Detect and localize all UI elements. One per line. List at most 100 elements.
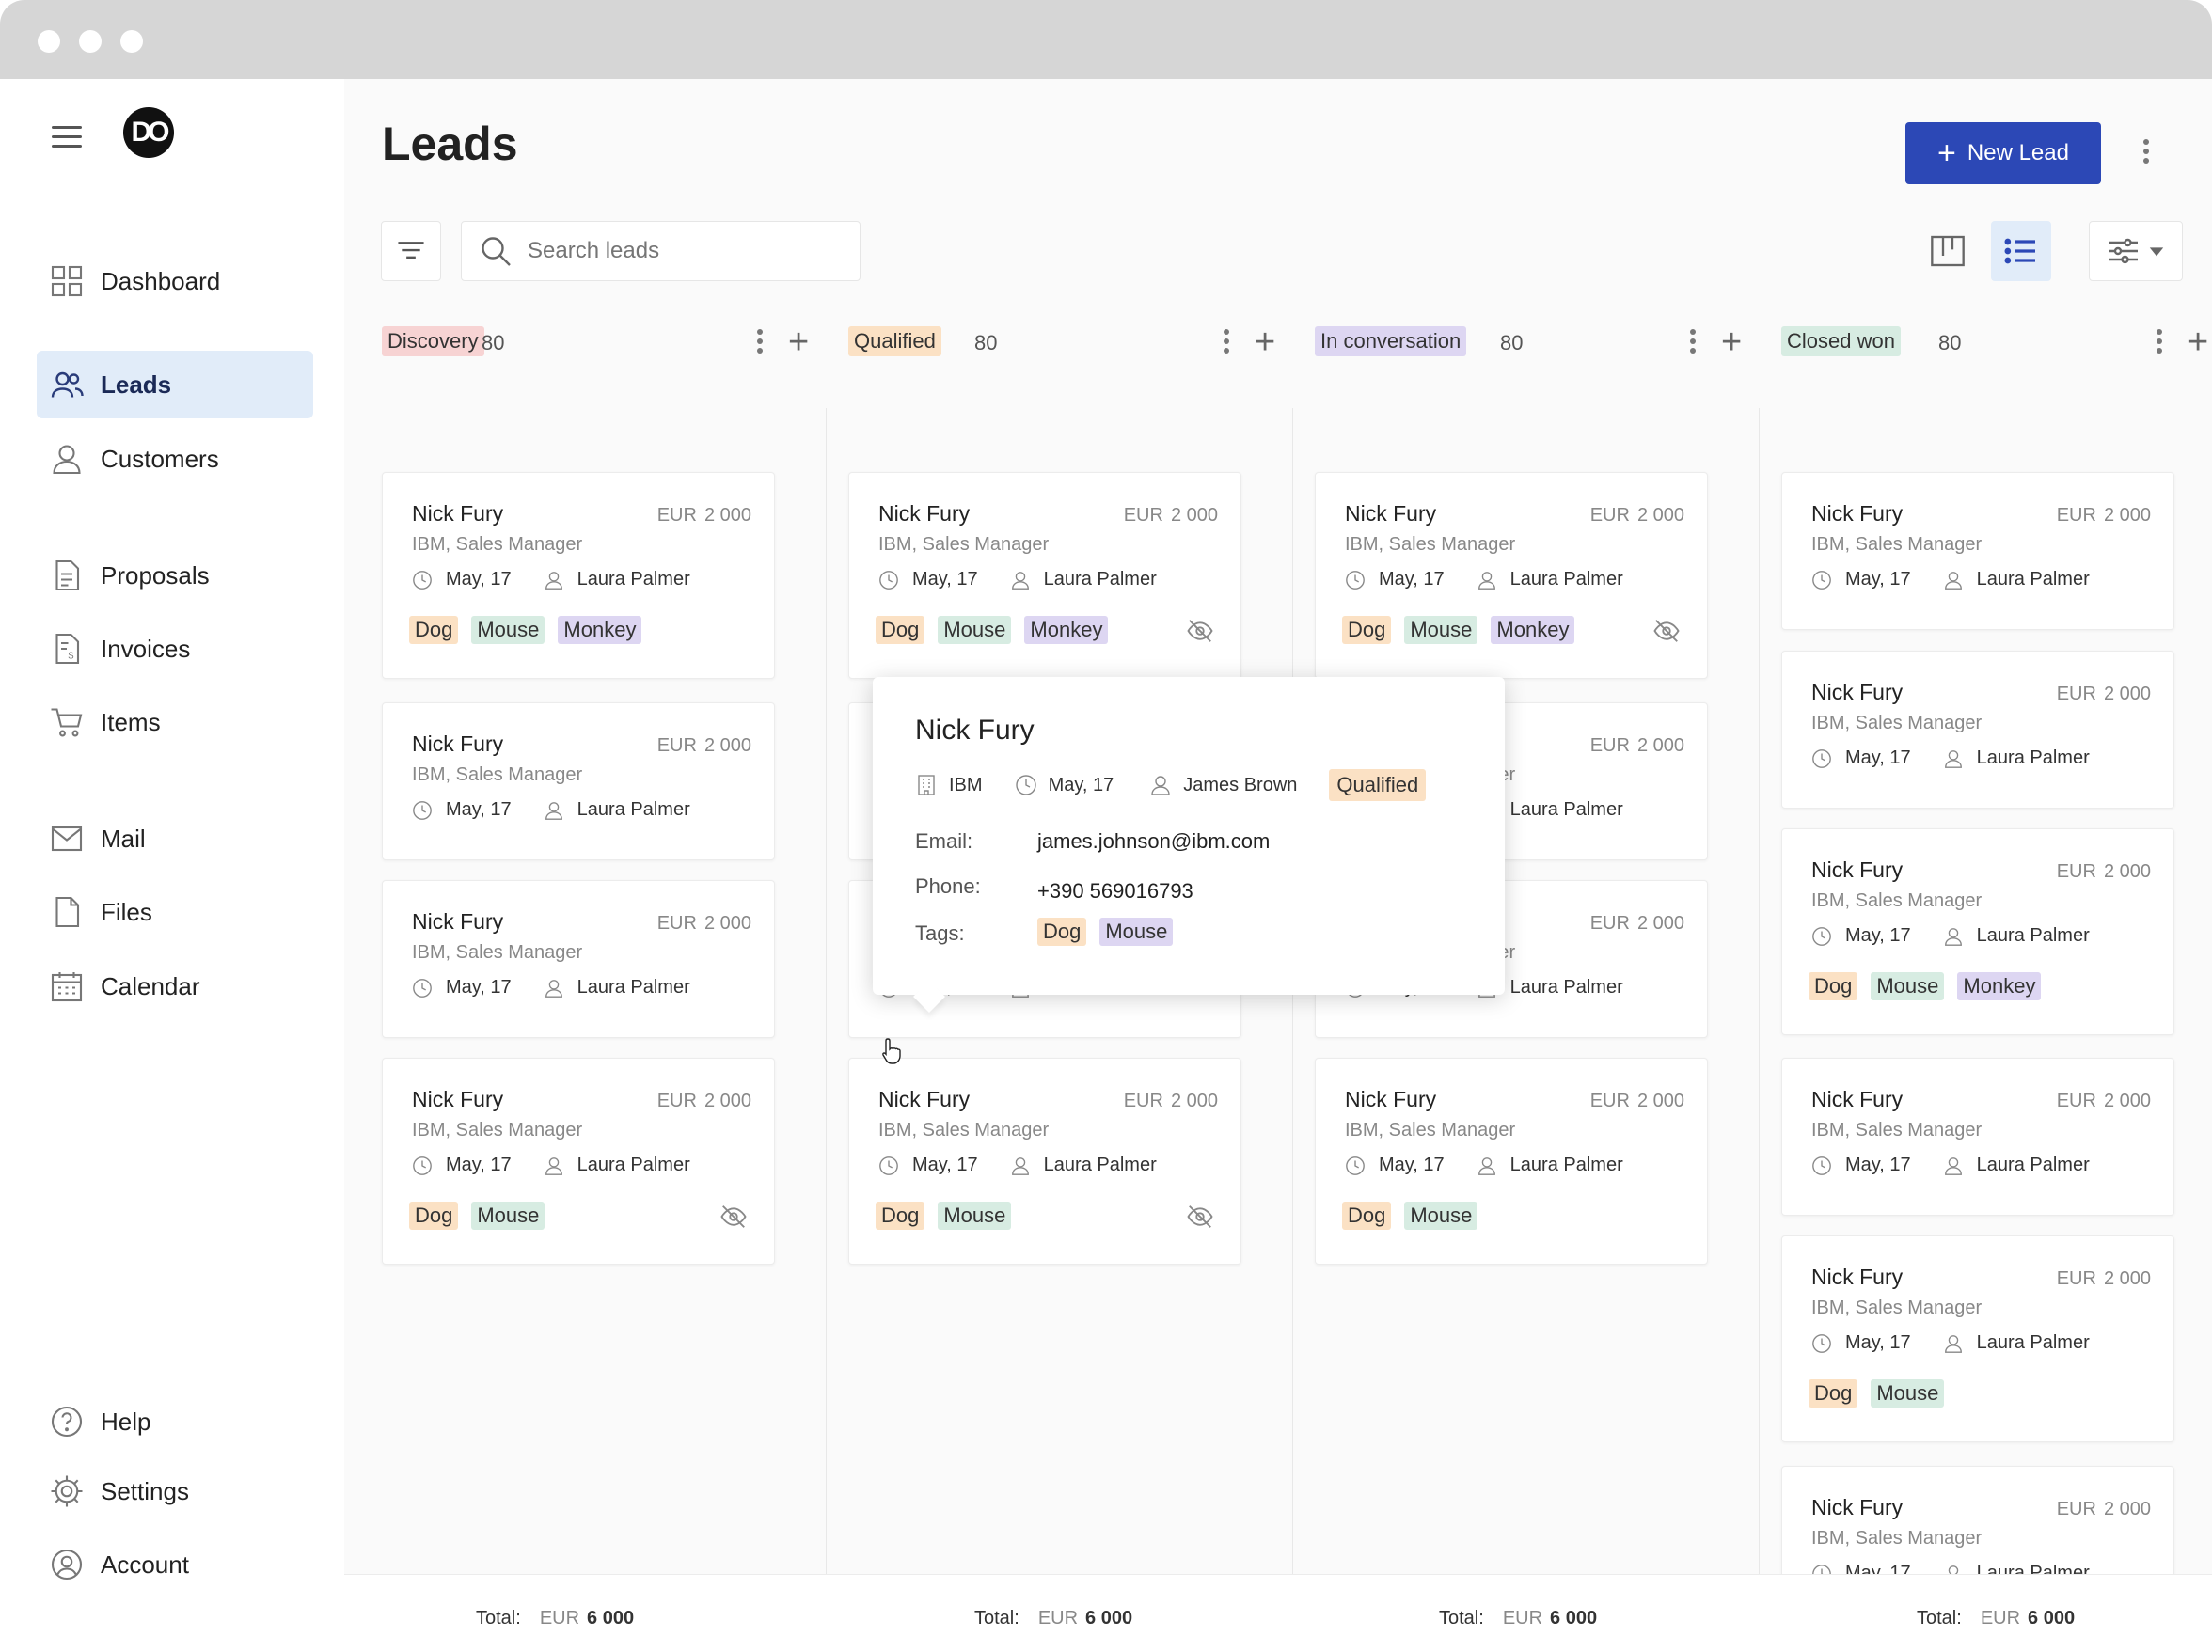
column-options-icon[interactable] <box>2150 325 2169 359</box>
lead-owner: Laura Palmer <box>1509 1155 1623 1175</box>
column-options-icon[interactable] <box>1683 325 1702 359</box>
lead-tags: Dog Mouse Monkey <box>876 616 1109 644</box>
lead-card[interactable]: Nick Fury EUR 2 000 IBM, Sales Manager May, … <box>382 702 775 860</box>
lead-card[interactable]: Nick Fury EUR 2 000 IBM, Sales Manager May, … <box>382 880 775 1038</box>
board-view-button[interactable] <box>1918 221 1978 281</box>
tag: Dog <box>1342 1202 1392 1230</box>
tag: Mouse <box>471 616 545 644</box>
lead-subtitle: IBM, Sales Manager <box>878 1120 1050 1141</box>
eye-off-icon[interactable] <box>1186 617 1214 645</box>
nav-item-calendar[interactable]: Calendar <box>37 952 313 1020</box>
nav-label: Settings <box>101 1476 189 1505</box>
add-card-icon[interactable]: + <box>2188 323 2208 361</box>
amount-value: 2 000 <box>703 505 751 526</box>
eye-off-icon[interactable] <box>1186 1203 1214 1231</box>
lead-date: May, 17 <box>1845 747 1911 768</box>
column-options-icon[interactable] <box>750 325 769 359</box>
nav-item-items[interactable]: Items <box>37 688 313 756</box>
tag: Mouse <box>938 1202 1012 1230</box>
nav-item-proposals[interactable]: Proposals <box>37 542 313 609</box>
add-card-icon[interactable]: + <box>788 323 809 361</box>
phone-value[interactable]: +390 569016793 <box>1037 879 1193 904</box>
lead-card[interactable]: Nick Fury EUR 2 000 IBM, Sales Manager May, … <box>1781 1058 2174 1216</box>
lead-meta: May, 17 Laura Palmer <box>878 1155 1157 1176</box>
file-icon <box>55 896 80 928</box>
amount-value: 2 000 <box>1636 1091 1684 1111</box>
nav-item-files[interactable]: Files <box>37 878 313 946</box>
building-icon <box>918 775 935 795</box>
nav-item-settings[interactable]: Settings <box>37 1457 313 1525</box>
eye-off-icon[interactable] <box>719 1203 748 1231</box>
lead-amount: EUR 2 000 <box>1590 1091 1684 1112</box>
list-view-button[interactable] <box>1991 221 2051 281</box>
lead-owner: Laura Palmer <box>1976 925 2090 946</box>
svg-text:$: $ <box>69 651 74 662</box>
lead-card[interactable]: Nick Fury EUR 2 000 IBM, Sales Manager May, … <box>382 1058 775 1265</box>
lead-owner: Laura Palmer <box>1509 799 1623 820</box>
more-options-icon[interactable] <box>2137 135 2156 173</box>
email-value[interactable]: james.johnson@ibm.com <box>1037 829 1270 854</box>
help-icon <box>51 1406 83 1438</box>
lead-amount: EUR 2 000 <box>2057 1268 2151 1290</box>
lead-name: Nick Fury <box>1811 680 1904 704</box>
add-card-icon[interactable]: + <box>1721 323 1742 361</box>
window-maximize-dot[interactable] <box>120 30 143 53</box>
lead-card[interactable]: Nick Fury EUR 2 000 IBM, Sales Manager May, … <box>848 472 1241 679</box>
lead-owner: Laura Palmer <box>1043 1155 1157 1175</box>
tag: Mouse <box>1099 918 1174 946</box>
lead-name: Nick Fury <box>412 501 504 526</box>
plus-icon: + <box>1937 135 1956 171</box>
user-icon <box>1011 1156 1029 1175</box>
settings-dropdown-button[interactable] <box>2089 221 2183 281</box>
nav-item-dashboard[interactable]: Dashboard <box>37 247 313 315</box>
search-input[interactable] <box>528 238 838 264</box>
nav-item-customers[interactable]: Customers <box>37 425 313 493</box>
column-options-icon[interactable] <box>1217 325 1236 359</box>
menu-icon[interactable] <box>52 126 82 149</box>
nav-label: Invoices <box>101 634 191 663</box>
lead-card[interactable]: Nick Fury EUR 2 000 IBM, Sales Manager May, … <box>1315 1058 1708 1265</box>
tag: Mouse <box>1404 616 1478 644</box>
lead-meta: May, 17 Laura Palmer <box>1345 569 1623 590</box>
filter-button[interactable] <box>381 221 441 281</box>
column-divider <box>1759 408 1760 1652</box>
lead-subtitle: IBM, Sales Manager <box>1811 1528 1983 1549</box>
nav-item-help[interactable]: Help <box>37 1388 313 1455</box>
user-icon <box>1151 776 1170 795</box>
column-header-0: Discovery 80 + <box>382 323 809 361</box>
lead-card[interactable]: Nick Fury EUR 2 000 IBM, Sales Manager May, … <box>1781 828 2174 1035</box>
lead-card[interactable]: Nick Fury EUR 2 000 IBM, Sales Manager May, … <box>848 1058 1241 1265</box>
lead-name: Nick Fury <box>878 1087 971 1111</box>
nav-label: Proposals <box>101 560 210 590</box>
amount-value: 2 000 <box>1636 913 1684 934</box>
lead-card[interactable]: Nick Fury EUR 2 000 IBM, Sales Manager May, … <box>1315 472 1708 679</box>
column-stage-label: Discovery <box>382 326 484 356</box>
lead-card[interactable]: Nick Fury EUR 2 000 IBM, Sales Manager May, … <box>1781 651 2174 809</box>
lead-meta: May, 17 Laura Palmer <box>1811 569 2090 590</box>
lead-name: Nick Fury <box>1811 501 1904 526</box>
window-close-dot[interactable] <box>38 30 60 53</box>
add-card-icon[interactable]: + <box>1255 323 1275 361</box>
clock-icon <box>1346 570 1365 590</box>
lead-card[interactable]: Nick Fury EUR 2 000 IBM, Sales Manager May, … <box>1781 1235 2174 1442</box>
lead-card[interactable]: Nick Fury EUR 2 000 IBM, Sales Manager May, … <box>382 472 775 679</box>
amount-currency: EUR <box>656 735 697 756</box>
column-stage-label: Closed won <box>1781 326 1901 356</box>
nav-item-invoices[interactable]: $ Invoices <box>37 615 313 683</box>
lead-subtitle: IBM, Sales Manager <box>1811 1298 1983 1318</box>
new-lead-label: New Lead <box>1967 140 2069 165</box>
nav-item-leads[interactable]: Leads <box>37 351 313 418</box>
amount-currency: EUR <box>2056 1499 2096 1519</box>
window-minimize-dot[interactable] <box>79 30 102 53</box>
new-lead-button[interactable]: + New Lead <box>1905 122 2101 184</box>
eye-off-icon[interactable] <box>1652 617 1681 645</box>
lead-card[interactable]: Nick Fury EUR 2 000 IBM, Sales Manager May, … <box>1781 472 2174 630</box>
lead-owner: Laura Palmer <box>1509 977 1623 998</box>
mail-icon <box>51 826 83 852</box>
nav-item-mail[interactable]: Mail <box>37 805 313 873</box>
nav-label: Calendar <box>101 971 200 1000</box>
lead-date: May, 17 <box>446 977 512 998</box>
lead-subtitle: IBM, Sales Manager <box>412 1120 583 1141</box>
lead-name: Nick Fury <box>1811 1087 1904 1111</box>
nav-item-account[interactable]: Account <box>37 1531 313 1598</box>
